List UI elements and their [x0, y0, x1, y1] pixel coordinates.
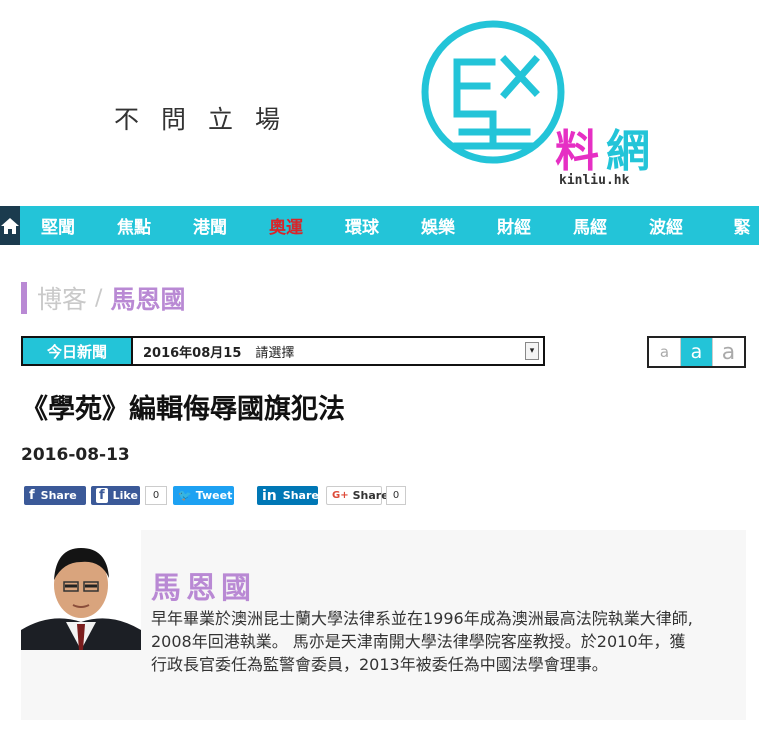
breadcrumb-separator: /: [95, 285, 103, 311]
nav-item-world[interactable]: 環球: [324, 213, 400, 238]
today-news-label[interactable]: 今日新聞: [23, 338, 131, 364]
home-icon: [1, 217, 19, 234]
font-size-small-button[interactable]: a: [649, 338, 681, 366]
linkedin-icon: in: [262, 487, 277, 504]
font-size-large-button[interactable]: a: [712, 338, 744, 366]
article-date: 2016-08-13: [21, 445, 130, 465]
breadcrumb: 博客 / 馬恩國: [21, 282, 185, 314]
like-count: 0: [145, 486, 167, 505]
dropdown-arrow-icon[interactable]: ▾: [525, 342, 539, 360]
tweet-label: Tweet: [195, 489, 233, 502]
main-nav: 堅聞 焦點 港聞 奧運 環球 娛樂 財經 馬經 波經 緊: [0, 206, 759, 245]
breadcrumb-author[interactable]: 馬恩國: [110, 280, 185, 316]
logo-sub-text-1: 料: [555, 126, 599, 177]
facebook-share-button[interactable]: f Share: [24, 486, 86, 505]
nav-item-focus[interactable]: 焦點: [96, 213, 172, 238]
nav-item-racing[interactable]: 馬經: [552, 213, 628, 238]
facebook-icon: f: [96, 488, 108, 503]
font-size-medium-button[interactable]: a: [681, 338, 712, 366]
facebook-share-label: Share: [40, 489, 77, 502]
nav-item-local[interactable]: 港聞: [172, 213, 248, 238]
facebook-like-button[interactable]: f Like: [91, 486, 140, 505]
font-size-switch: a a a: [647, 336, 746, 368]
site-slogan: 不問立場: [114, 105, 303, 134]
home-button[interactable]: [0, 206, 20, 245]
google-share-count: 0: [386, 486, 406, 505]
facebook-like-label: Like: [112, 489, 138, 502]
news-date-selector: 今日新聞 2016年08月15 請選擇 ▾: [21, 336, 545, 366]
linkedin-share-button[interactable]: in Share: [257, 486, 319, 505]
google-plus-icon: G+: [332, 490, 349, 501]
author-name: 馬恩國: [151, 571, 256, 606]
logo-url-text: kinliu.hk: [559, 173, 630, 188]
nav-item-finance[interactable]: 財經: [476, 213, 552, 238]
breadcrumb-accent-bar: [21, 282, 27, 314]
nav-item-entertainment[interactable]: 娛樂: [400, 213, 476, 238]
author-avatar: [21, 530, 141, 650]
tweet-button[interactable]: 🐦 Tweet: [173, 486, 234, 505]
nav-item-kinwen[interactable]: 堅聞: [20, 213, 96, 238]
twitter-bird-icon: 🐦: [178, 489, 192, 502]
linkedin-share-label: Share: [282, 489, 319, 502]
selected-date: 2016年08月15: [143, 345, 242, 361]
nav-item-olympics[interactable]: 奧運: [248, 213, 324, 238]
date-dropdown[interactable]: 2016年08月15 請選擇 ▾: [131, 338, 543, 364]
site-logo[interactable]: 料 網 kinliu.hk: [417, 14, 667, 189]
breadcrumb-section[interactable]: 博客: [37, 280, 87, 316]
google-plus-share-button[interactable]: G+ Share: [326, 486, 389, 505]
facebook-icon: f: [29, 488, 35, 503]
nav-item-more[interactable]: 緊: [704, 213, 759, 238]
article-title: 《學苑》編輯侮辱國旗犯法: [21, 394, 345, 425]
author-bio: 早年畢業於澳洲昆士蘭大學法律系並在1996年成為澳洲最高法院執業大律師, 200…: [151, 609, 693, 674]
date-placeholder: 請選擇: [255, 345, 295, 361]
nav-item-football[interactable]: 波經: [628, 213, 704, 238]
google-share-label: Share: [352, 489, 389, 502]
logo-sub-text-2: 網: [606, 126, 650, 177]
